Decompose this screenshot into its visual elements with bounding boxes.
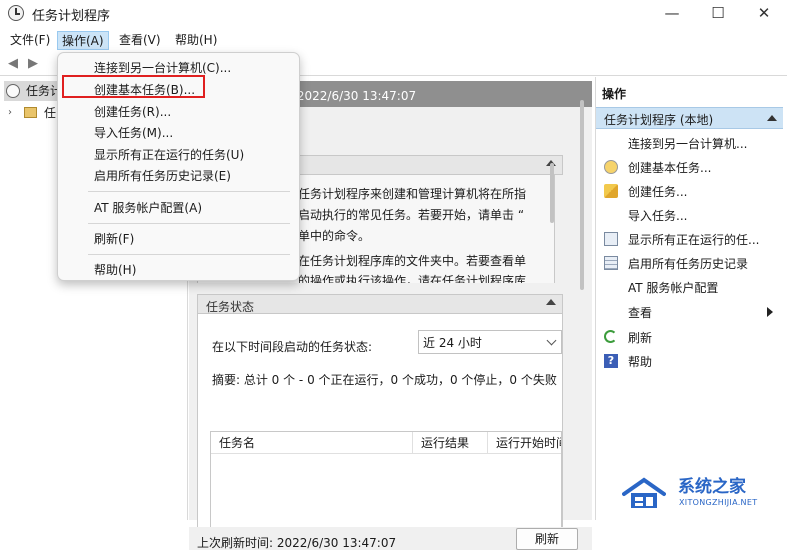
refresh-bar: 上次刷新时间: 2022/6/30 13:47:07 刷新 bbox=[189, 527, 592, 550]
watermark-url: XITONGZHIJIA.NET bbox=[679, 498, 758, 507]
overview-line: 任务计划程序来创建和管理计算机将在所指 bbox=[298, 187, 527, 201]
close-button[interactable]: ✕ bbox=[741, 0, 787, 28]
action-view[interactable]: 查看 bbox=[596, 300, 783, 324]
last-refresh-time: 上次刷新时间: 2022/6/30 13:47:07 bbox=[197, 536, 397, 550]
action-label: 导入任务... bbox=[628, 209, 688, 223]
action-enable-history[interactable]: 启用所有任务历史记录 bbox=[596, 251, 783, 275]
status-body: 在以下时间段启动的任务状态: 近 24 小时 摘要: 总计 0 个 - 0 个正… bbox=[197, 314, 563, 550]
menu-view[interactable]: 查看(V) bbox=[115, 31, 165, 50]
action-label: 创建基本任务... bbox=[628, 161, 712, 175]
forward-arrow-icon[interactable]: ▶ bbox=[25, 56, 41, 71]
menu-item-create-task[interactable]: 创建任务(R)... bbox=[94, 103, 171, 120]
action-connect[interactable]: 连接到另一台计算机... bbox=[596, 131, 783, 155]
window-title: 任务计划程序 bbox=[32, 9, 111, 24]
column-header-result[interactable]: 运行结果 bbox=[413, 432, 488, 454]
action-refresh[interactable]: 刷新 bbox=[596, 325, 783, 349]
watermark-logo: 系统之家 XITONGZHIJIA.NET bbox=[622, 468, 782, 516]
overview-line: 启动执行的常见任务。若要开始，请单击 “ bbox=[298, 208, 525, 222]
status-section-label: 任务状态 bbox=[206, 300, 255, 314]
menu-action[interactable]: 操作(A) bbox=[57, 31, 109, 50]
menu-item-refresh[interactable]: 刷新(F) bbox=[94, 230, 134, 247]
title-bar: 任务计划程序 — ☐ ✕ bbox=[0, 0, 787, 28]
actions-group-label: 任务计划程序 (本地) bbox=[604, 113, 714, 127]
column-header-task-name[interactable]: 任务名 bbox=[211, 432, 413, 454]
period-select-value: 近 24 小时 bbox=[423, 336, 482, 350]
overview-line: 在任务计划程序库的文件夹中。若要查看单 bbox=[298, 254, 527, 268]
chevron-down-icon bbox=[546, 335, 557, 346]
menu-file[interactable]: 文件(F) bbox=[6, 31, 54, 50]
menu-item-enable-history[interactable]: 启用所有任务历史记录(E) bbox=[94, 167, 231, 184]
overview-line: 的操作或执行该操作，请在任务计划程序库 bbox=[298, 274, 527, 283]
history-icon bbox=[604, 256, 618, 270]
task-icon bbox=[604, 184, 618, 198]
tree-item-library[interactable]: › 任 bbox=[4, 103, 64, 123]
expand-chevron-icon[interactable]: › bbox=[8, 103, 12, 123]
menu-item-at-config[interactable]: AT 服务帐户配置(A) bbox=[94, 199, 202, 216]
basic-task-icon bbox=[604, 160, 618, 174]
collapse-icon[interactable] bbox=[546, 299, 556, 305]
actions-title: 操作 bbox=[602, 87, 627, 101]
action-import-task[interactable]: 导入任务... bbox=[596, 203, 783, 227]
menu-separator bbox=[88, 191, 290, 192]
menu-separator bbox=[88, 254, 290, 255]
overview-scrollbar[interactable] bbox=[550, 163, 554, 223]
menu-item-show-running[interactable]: 显示所有正在运行的任务(U) bbox=[94, 146, 244, 163]
action-label: 创建任务... bbox=[628, 185, 688, 199]
highlight-annotation bbox=[62, 75, 205, 98]
menu-item-help[interactable]: 帮助(H) bbox=[94, 261, 136, 278]
action-create-basic-task[interactable]: 创建基本任务... bbox=[596, 155, 783, 179]
tree-item-library-label: 任 bbox=[44, 106, 57, 120]
clock-icon bbox=[8, 5, 24, 21]
minimize-button[interactable]: — bbox=[649, 0, 695, 28]
overview-line: 单中的命令。 bbox=[298, 229, 371, 243]
menu-item-import-task[interactable]: 导入任务(M)... bbox=[94, 124, 173, 141]
action-label: 刷新 bbox=[628, 331, 653, 345]
action-show-running[interactable]: 显示所有正在运行的任... bbox=[596, 227, 783, 251]
period-select[interactable]: 近 24 小时 bbox=[418, 330, 562, 354]
action-label: 连接到另一台计算机... bbox=[628, 137, 748, 151]
action-label: 帮助 bbox=[628, 355, 653, 369]
action-at-config[interactable]: AT 服务帐户配置 bbox=[596, 275, 783, 299]
center-scrollbar[interactable] bbox=[580, 100, 584, 290]
house-logo-icon bbox=[622, 477, 666, 508]
submenu-arrow-icon bbox=[767, 307, 773, 317]
status-summary: 摘要: 总计 0 个 - 0 个正在运行，0 个成功，0 个停止，0 个失败 bbox=[212, 373, 557, 387]
actions-group-header[interactable]: 任务计划程序 (本地) bbox=[596, 107, 783, 129]
status-section-header[interactable]: 任务状态 bbox=[197, 294, 563, 314]
menu-item-connect[interactable]: 连接到另一台计算机(C)... bbox=[94, 59, 231, 76]
maximize-button[interactable]: ☐ bbox=[695, 0, 741, 28]
action-label: AT 服务帐户配置 bbox=[628, 281, 719, 295]
action-label: 启用所有任务历史记录 bbox=[628, 257, 749, 271]
actions-pane: 操作 任务计划程序 (本地) 连接到另一台计算机... 创建基本任务... 创建… bbox=[595, 77, 787, 520]
refresh-icon bbox=[604, 330, 617, 343]
help-icon: ? bbox=[604, 354, 618, 368]
collapse-icon[interactable] bbox=[767, 115, 777, 121]
action-label: 显示所有正在运行的任... bbox=[628, 233, 760, 247]
folder-icon bbox=[24, 107, 37, 118]
column-header-start-time[interactable]: 运行开始时间 bbox=[488, 432, 561, 454]
refresh-button[interactable]: 刷新 bbox=[516, 528, 578, 550]
watermark-name: 系统之家 bbox=[678, 477, 746, 497]
action-label: 查看 bbox=[628, 306, 653, 320]
table-header-row: 任务名 运行结果 运行开始时间 bbox=[211, 432, 561, 454]
menu-separator bbox=[88, 223, 290, 224]
menu-bar: 文件(F) 操作(A) 查看(V) 帮助(H) bbox=[0, 28, 787, 52]
status-period-label: 在以下时间段启动的任务状态: bbox=[212, 340, 373, 354]
menu-help[interactable]: 帮助(H) bbox=[171, 31, 221, 50]
action-help[interactable]: ? 帮助 bbox=[596, 349, 783, 373]
action-create-task[interactable]: 创建任务... bbox=[596, 179, 783, 203]
running-tasks-icon bbox=[604, 232, 618, 246]
back-arrow-icon[interactable]: ◀ bbox=[5, 56, 21, 71]
clock-icon bbox=[6, 84, 20, 98]
